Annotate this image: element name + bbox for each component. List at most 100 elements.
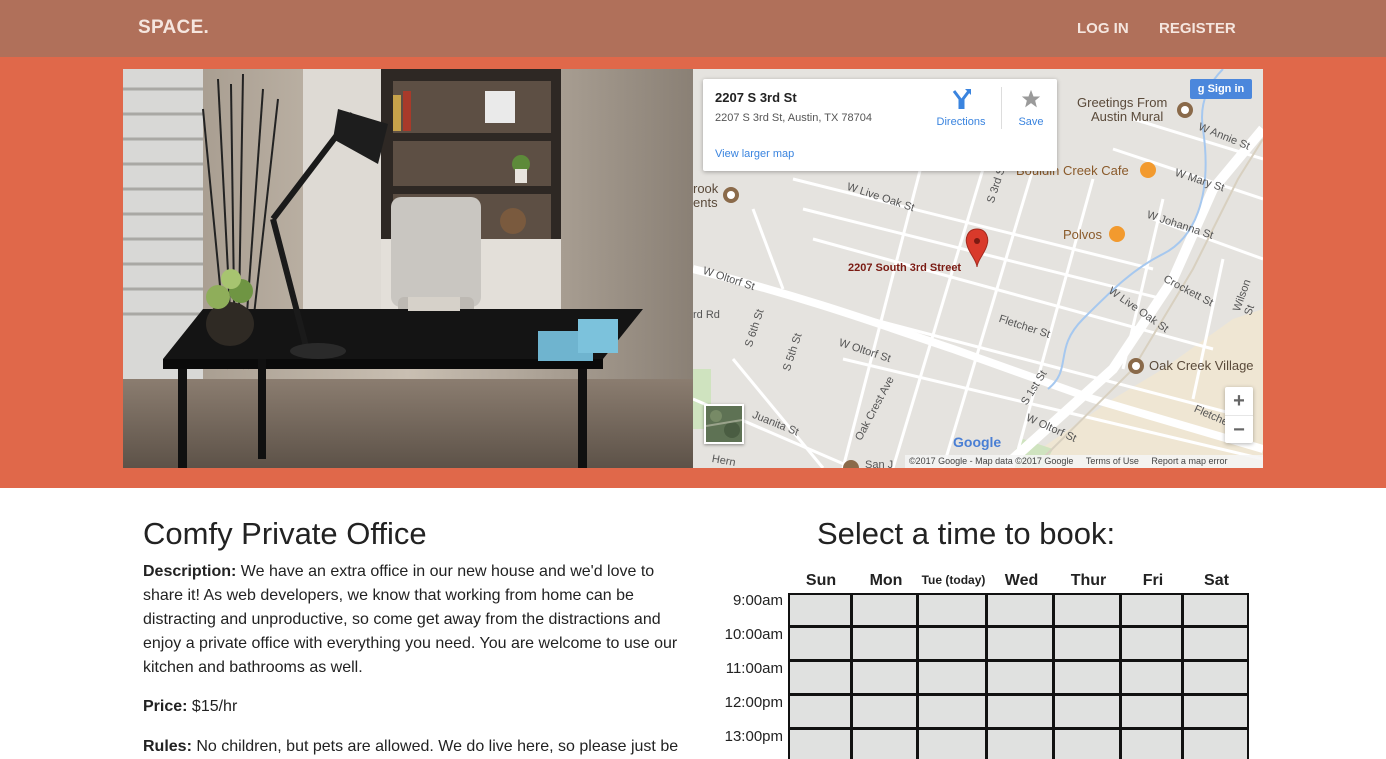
day-header-tue: Tue (today) — [921, 573, 986, 587]
time-slot[interactable] — [986, 728, 1054, 759]
office-photo-illustration — [123, 69, 693, 468]
terms-of-use-link[interactable]: Terms of Use — [1086, 456, 1139, 466]
time-slot[interactable] — [788, 728, 852, 759]
time-slot[interactable] — [851, 626, 918, 661]
listing-price: Price: $15/hr — [143, 695, 688, 719]
map-signin-button[interactable]: g Sign in — [1190, 79, 1252, 99]
listing-content: Comfy Private Office Description: We hav… — [0, 488, 1386, 759]
booking-title: Select a time to book: — [817, 516, 1116, 551]
listing-rules: Rules: No children, but pets are allowed… — [143, 735, 688, 759]
poi-label: rook — [693, 181, 719, 196]
marker-label: 2207 South 3rd Street — [848, 262, 962, 274]
directions-icon — [952, 89, 971, 110]
card-divider — [1001, 87, 1002, 129]
satellite-thumbnail-icon — [706, 406, 742, 442]
view-larger-map-link[interactable]: View larger map — [715, 148, 794, 160]
day-header-sun: Sun — [805, 572, 837, 589]
price-label: Price: — [143, 698, 188, 715]
save-button[interactable]: Save — [1011, 89, 1051, 128]
price-value: $15/hr — [187, 698, 238, 715]
poi-polvos[interactable]: Polvos — [1063, 227, 1102, 242]
time-slot[interactable] — [917, 626, 987, 661]
day-header-sat: Sat — [1204, 572, 1229, 589]
street-label: rd Rd — [693, 309, 720, 321]
time-slot[interactable] — [917, 694, 987, 729]
time-slot[interactable] — [986, 694, 1054, 729]
map-card-title: 2207 S 3rd St — [715, 90, 797, 105]
time-slot[interactable] — [917, 660, 987, 695]
google-g-icon: g — [1197, 83, 1205, 95]
day-header-mon: Mon — [869, 572, 903, 589]
booking-grid — [788, 593, 1249, 759]
hour-label: 11:00am — [725, 660, 783, 677]
directions-button[interactable]: Directions — [931, 89, 991, 128]
map-attribution: ©2017 Google - Map data ©2017 Google Ter… — [905, 455, 1263, 468]
directions-label: Directions — [936, 116, 986, 128]
description-label: Description: — [143, 563, 237, 580]
poi-label: ents — [693, 195, 718, 210]
day-header-fri: Fri — [1142, 572, 1164, 589]
time-slot[interactable] — [1182, 660, 1249, 695]
poi-oak-creek-village[interactable]: Oak Creek Village — [1149, 358, 1254, 373]
time-slot[interactable] — [917, 593, 987, 627]
register-link[interactable]: REGISTER — [1159, 20, 1236, 37]
time-slot[interactable] — [851, 660, 918, 695]
time-slot[interactable] — [1182, 728, 1249, 759]
map-info-card: 2207 S 3rd St 2207 S 3rd St, Austin, TX … — [703, 79, 1057, 171]
poi-label: Greetings From — [1077, 95, 1168, 110]
time-slot[interactable] — [986, 626, 1054, 661]
poi-partial[interactable]: rook ents — [693, 182, 718, 210]
satellite-toggle[interactable] — [704, 404, 744, 444]
save-label: Save — [1018, 116, 1044, 128]
time-slot[interactable] — [986, 593, 1054, 627]
hero-banner: Greetings From Austin Mural Bouldin Cree… — [0, 57, 1386, 488]
time-slot[interactable] — [1053, 660, 1121, 695]
zoom-out-button[interactable]: − — [1225, 415, 1253, 443]
rules-label: Rules: — [143, 738, 192, 755]
listing-description: Description: We have an extra office in … — [143, 560, 688, 680]
office-photo — [123, 69, 693, 468]
time-slot[interactable] — [851, 694, 918, 729]
time-slot[interactable] — [1053, 728, 1121, 759]
zoom-controls: + − — [1225, 387, 1253, 443]
time-slot[interactable] — [788, 626, 852, 661]
map-copyright: ©2017 Google - Map data ©2017 Google — [909, 456, 1074, 466]
time-slot[interactable] — [1120, 626, 1183, 661]
time-slot[interactable] — [1182, 626, 1249, 661]
location-map[interactable]: Greetings From Austin Mural Bouldin Cree… — [693, 69, 1263, 468]
time-slot[interactable] — [1120, 728, 1183, 759]
time-slot[interactable] — [788, 694, 852, 729]
time-slot[interactable] — [788, 593, 852, 627]
time-slot[interactable] — [1182, 694, 1249, 729]
report-map-error-link[interactable]: Report a map error — [1151, 456, 1227, 466]
street-label: San J — [865, 459, 894, 468]
time-slot[interactable] — [788, 660, 852, 695]
time-slot[interactable] — [851, 593, 918, 627]
google-logo: Google — [953, 434, 1002, 450]
time-slot[interactable] — [1182, 593, 1249, 627]
navbar: SPACE. LOG IN REGISTER — [0, 0, 1386, 57]
poi-greetings-mural[interactable]: Greetings From Austin Mural — [1077, 96, 1167, 124]
map-card-address: 2207 S 3rd St, Austin, TX 78704 — [715, 112, 872, 124]
listing-title: Comfy Private Office — [143, 516, 427, 551]
hour-label: 9:00am — [732, 592, 783, 609]
time-slot[interactable] — [1120, 593, 1183, 627]
zoom-in-button[interactable]: + — [1225, 387, 1253, 415]
poi-label: Austin Mural — [1091, 109, 1164, 124]
time-slot[interactable] — [917, 728, 987, 759]
star-icon — [1021, 89, 1041, 108]
hour-label: 10:00am — [724, 626, 783, 643]
day-header-thur: Thur — [1070, 572, 1107, 589]
time-slot[interactable] — [1053, 626, 1121, 661]
brand-logo[interactable]: SPACE. — [138, 17, 209, 39]
time-slot[interactable] — [1053, 593, 1121, 627]
time-slot[interactable] — [851, 728, 918, 759]
time-slot[interactable] — [986, 660, 1054, 695]
day-header-wed: Wed — [1004, 572, 1039, 589]
signin-label: Sign in — [1207, 83, 1245, 95]
time-slot[interactable] — [1053, 694, 1121, 729]
time-slot[interactable] — [1120, 660, 1183, 695]
login-link[interactable]: LOG IN — [1077, 20, 1129, 37]
hour-label: 12:00pm — [724, 694, 783, 711]
time-slot[interactable] — [1120, 694, 1183, 729]
